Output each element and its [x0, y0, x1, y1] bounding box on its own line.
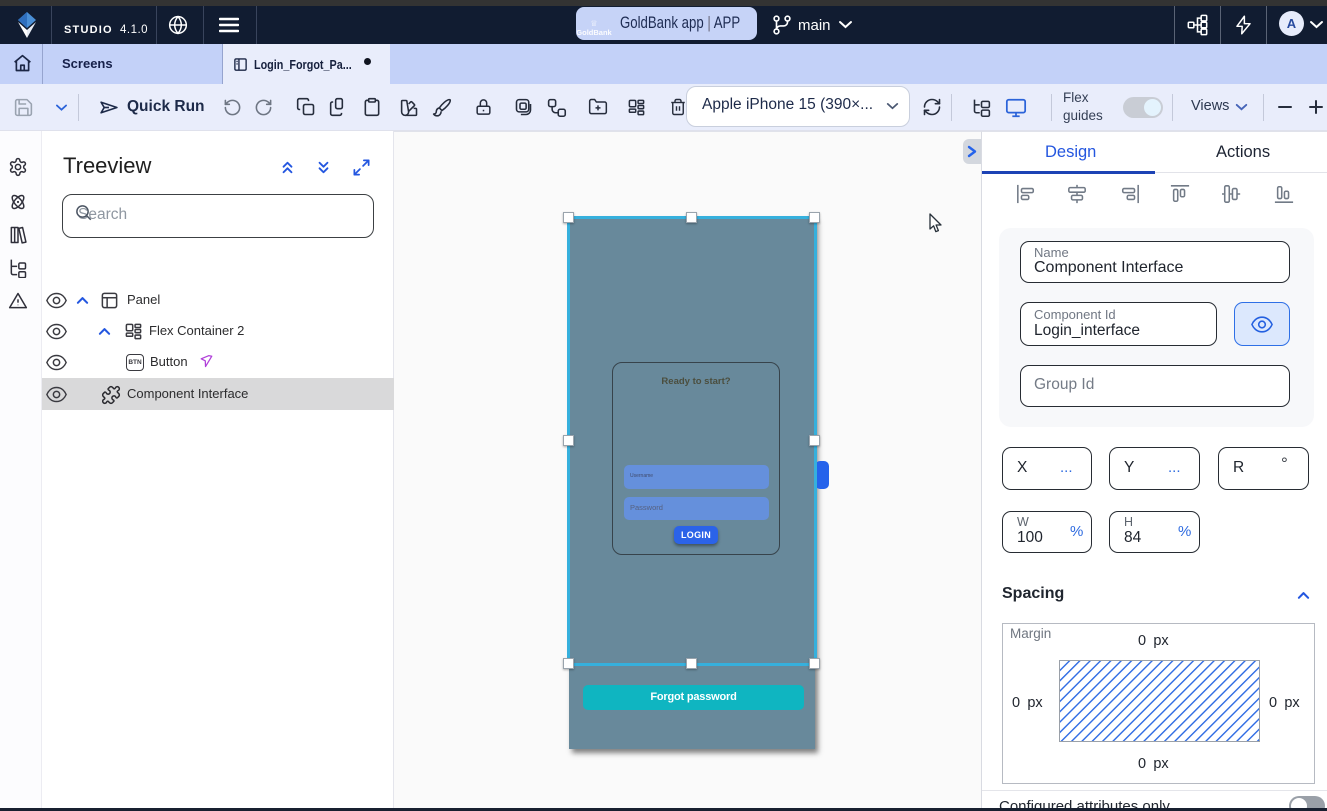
svg-text:♕: ♕ — [590, 19, 597, 28]
svg-text:GoldBank: GoldBank — [577, 28, 613, 37]
